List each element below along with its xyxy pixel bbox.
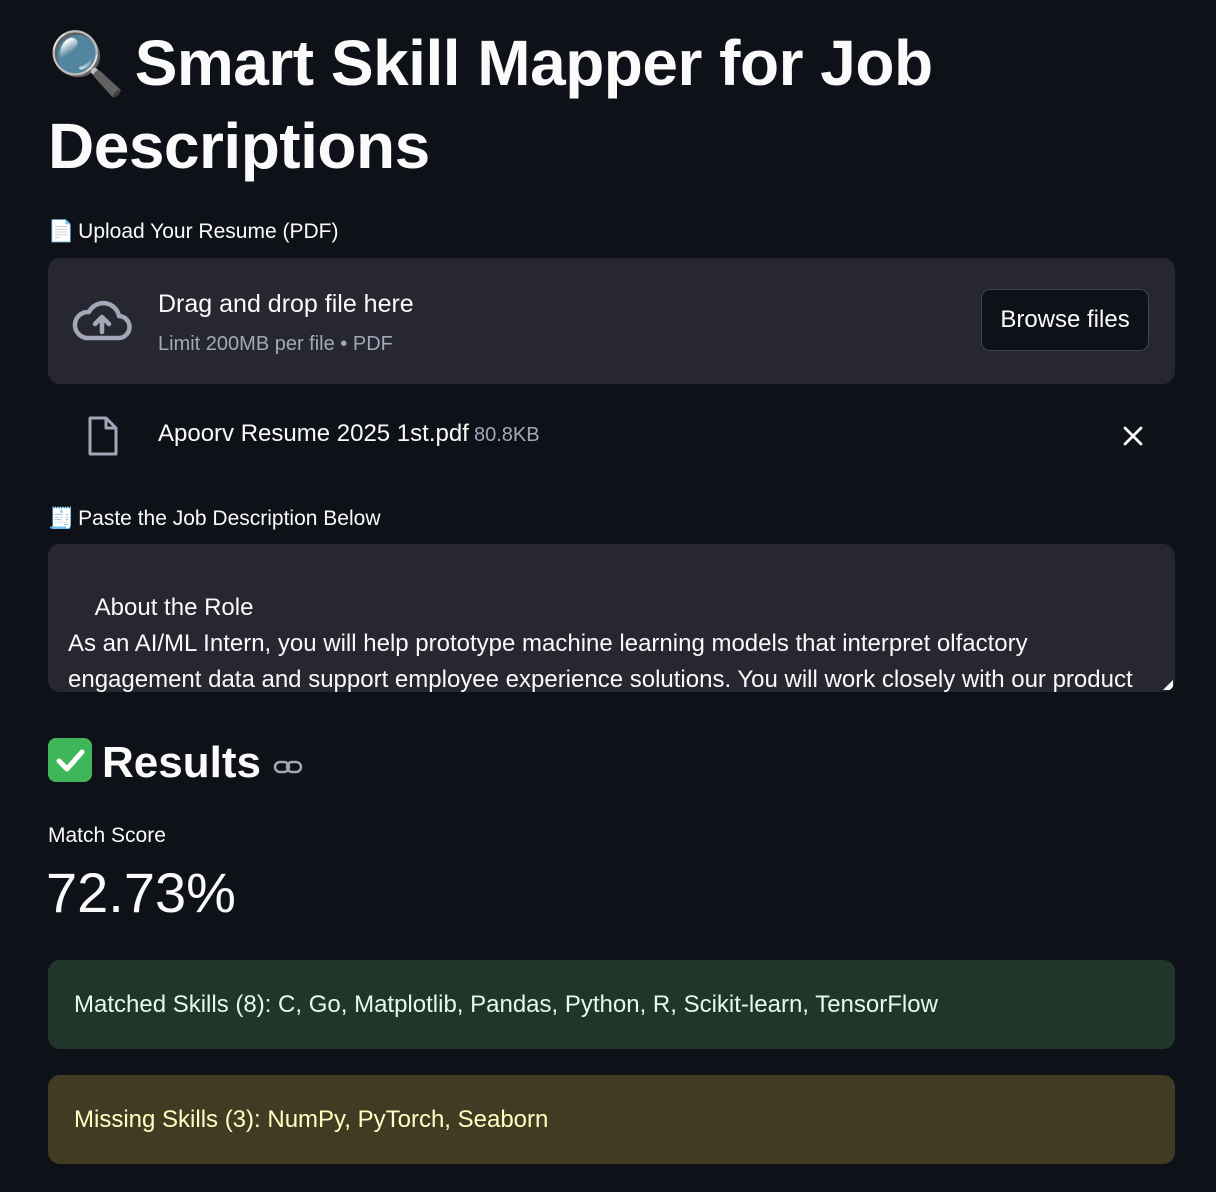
job-description-textarea[interactable]: About the Role As an AI/ML Intern, you w…	[48, 544, 1175, 692]
matched-skills-text: Matched Skills (8): C, Go, Matplotlib, P…	[74, 991, 938, 1018]
page-title-text: Smart Skill Mapper for Job Descriptions	[48, 27, 933, 182]
remove-file-close-icon[interactable]	[1119, 422, 1147, 450]
match-score-value: 72.73%	[46, 861, 236, 924]
dropzone-limit-text: Limit 200MB per file • PDF	[158, 333, 393, 355]
job-description-label: 🧾 Paste the Job Description Below	[48, 504, 380, 533]
magnifier-emoji-icon: 🔍	[48, 27, 125, 100]
dropzone-title: Drag and drop file here	[158, 290, 414, 318]
uploaded-file-name: Apoorv Resume 2025 1st.pdf	[158, 420, 469, 447]
document-emoji-icon: 📄	[48, 219, 75, 243]
missing-skills-alert: Missing Skills (3): NumPy, PyTorch, Seab…	[48, 1075, 1175, 1164]
browse-files-button[interactable]: Browse files	[981, 289, 1149, 351]
results-heading-text: Results	[102, 738, 261, 787]
job-description-label-text: Paste the Job Description Below	[78, 507, 381, 530]
check-mark-icon	[48, 738, 92, 782]
missing-skills-text: Missing Skills (3): NumPy, PyTorch, Seab…	[74, 1106, 549, 1133]
uploaded-file-row: Apoorv Resume 2025 1st.pdf 80.8KB	[48, 404, 1175, 468]
resize-handle-icon[interactable]	[1163, 680, 1173, 690]
page-title: 🔍 Smart Skill Mapper for Job Descriptions	[48, 22, 1048, 187]
file-dropzone[interactable]: Drag and drop file here Limit 200MB per …	[48, 258, 1175, 384]
receipt-emoji-icon: 🧾	[48, 506, 75, 530]
matched-skills-alert: Matched Skills (8): C, Go, Matplotlib, P…	[48, 960, 1175, 1049]
app-page: 🔍 Smart Skill Mapper for Job Descriptions…	[0, 0, 1216, 1192]
job-description-text: About the Role As an AI/ML Intern, you w…	[68, 594, 1133, 692]
results-heading: Results	[48, 732, 303, 794]
match-score-label: Match Score	[48, 824, 166, 847]
anchor-link-icon[interactable]	[273, 757, 303, 777]
file-icon	[88, 416, 118, 456]
resume-upload-label: 📄 Upload Your Resume (PDF)	[48, 217, 338, 246]
cloud-upload-icon	[72, 300, 132, 341]
resume-upload-label-text: Upload Your Resume (PDF)	[78, 220, 339, 243]
uploaded-file-size: 80.8KB	[474, 424, 540, 446]
